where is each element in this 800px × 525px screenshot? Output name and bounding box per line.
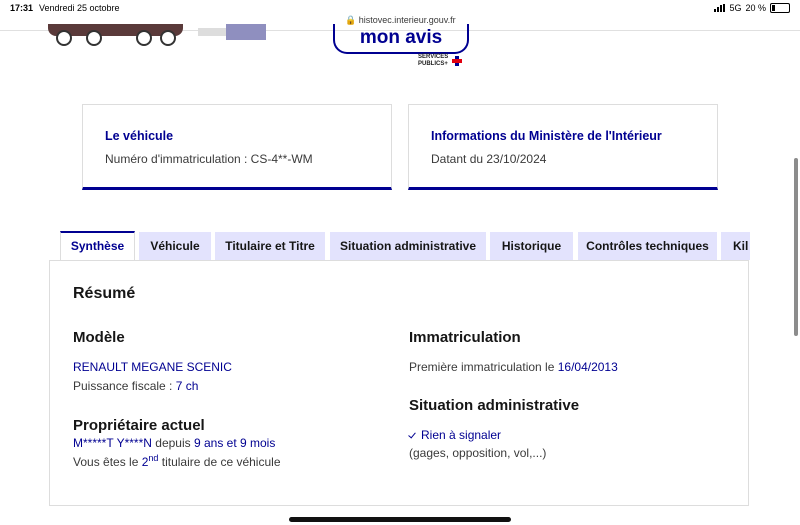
admin-detail: (gages, opposition, vol,...) bbox=[409, 446, 547, 460]
vehicle-card-title: Le véhicule bbox=[105, 129, 174, 143]
tab-situation-administrative[interactable]: Situation administrative bbox=[330, 232, 486, 260]
admin-heading: Situation administrative bbox=[409, 397, 580, 414]
status-bar: 17:31 Vendredi 25 octobre 5G 20 % bbox=[0, 0, 800, 16]
home-indicator[interactable] bbox=[289, 517, 511, 522]
owner-rank: Vous êtes le 2nd titulaire de ce véhicul… bbox=[73, 453, 281, 469]
data-date: Datant du 23/10/2024 bbox=[431, 152, 547, 166]
ministry-card: Informations du Ministère de l'Intérieur… bbox=[408, 104, 718, 190]
tab-historique[interactable]: Historique bbox=[490, 232, 573, 260]
model-heading: Modèle bbox=[73, 329, 125, 346]
summary-title: Résumé bbox=[73, 285, 136, 302]
owner-duration: 9 ans et 9 mois bbox=[193, 436, 276, 450]
ministry-card-title: Informations du Ministère de l'Intérieur bbox=[431, 129, 662, 143]
services-publics-logo: SERVICES PUBLICS+ bbox=[418, 54, 449, 67]
vehicle-illustration bbox=[48, 24, 266, 46]
tab-synthese[interactable]: Synthèse bbox=[60, 231, 135, 261]
give-opinion-button[interactable]: mon avis bbox=[333, 24, 469, 54]
check-icon bbox=[409, 430, 418, 439]
tab-vehicule[interactable]: Véhicule bbox=[139, 232, 211, 260]
owner-info: M*****T Y****N depuis 9 ans et 9 mois bbox=[73, 436, 276, 450]
tab-controles-techniques[interactable]: Contrôles techniques bbox=[578, 232, 717, 260]
model-name: RENAULT MEGANE SCENIC bbox=[73, 360, 232, 374]
network-label: 5G bbox=[729, 3, 742, 13]
fiscal-power: Puissance fiscale : 7 ch bbox=[73, 379, 199, 393]
page-scrollbar[interactable] bbox=[794, 158, 798, 336]
registration-heading: Immatriculation bbox=[409, 329, 521, 346]
battery-label: 20 % bbox=[745, 3, 766, 13]
tab-bar: Synthèse Véhicule Titulaire et Titre Sit… bbox=[60, 231, 750, 261]
first-registration: Première immatriculation le 16/04/2013 bbox=[409, 360, 618, 374]
date: Vendredi 25 octobre bbox=[39, 3, 120, 13]
battery-icon bbox=[770, 3, 790, 13]
clock: 17:31 bbox=[10, 3, 34, 13]
status-indicators: 5G 20 % bbox=[714, 3, 790, 13]
owner-name: M*****T Y****N bbox=[73, 436, 152, 450]
registration-number: Numéro d'immatriculation : CS-4**-WM bbox=[105, 152, 313, 166]
owner-heading: Propriétaire actuel bbox=[73, 417, 205, 434]
tab-titulaire[interactable]: Titulaire et Titre bbox=[215, 232, 325, 260]
admin-status: Rien à signaler bbox=[409, 428, 501, 442]
vehicle-card: Le véhicule Numéro d'immatriculation : C… bbox=[82, 104, 392, 190]
synthese-panel: Résumé Modèle RENAULT MEGANE SCENIC Puis… bbox=[49, 260, 749, 506]
fiscal-power-value: 7 ch bbox=[175, 379, 199, 393]
signal-icon bbox=[714, 4, 726, 12]
tab-kilometrage[interactable]: Kil bbox=[721, 232, 750, 260]
services-publics-plus-icon bbox=[452, 56, 462, 66]
first-registration-date: 16/04/2013 bbox=[557, 360, 618, 374]
